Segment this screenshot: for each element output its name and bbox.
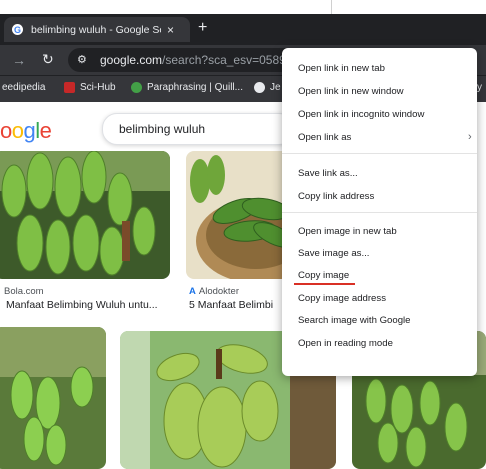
menu-item-open-link-new-window[interactable]: Open link in new window — [298, 86, 404, 97]
logo-letter: e — [39, 118, 52, 143]
globe-icon — [254, 82, 265, 93]
site-info-icon[interactable]: ⚙ — [77, 53, 91, 67]
url-host: google.com — [100, 53, 163, 67]
menu-item-open-link-new-tab[interactable]: Open link in new tab — [298, 63, 385, 74]
tab-title: belimbing wuluh - Google Sear — [31, 23, 161, 36]
bookmark-item[interactable]: Je — [254, 82, 281, 93]
logo-letter: g — [23, 118, 36, 143]
result-image[interactable] — [0, 151, 170, 279]
chevron-right-icon: › — [468, 131, 472, 143]
bookmark-item[interactable]: Sci-Hub — [64, 82, 116, 93]
google-logo[interactable]: oogle — [0, 118, 52, 144]
result-source-name: Alodokter — [198, 286, 240, 297]
menu-item-open-link-incognito[interactable]: Open link in incognito window — [298, 109, 424, 120]
highlight-underline — [294, 283, 355, 285]
url-path: /search?sca_esv=0589b2 — [162, 53, 300, 67]
divider — [331, 0, 332, 14]
bookmark-label: Je — [270, 82, 281, 93]
bookmark-label: Paraphrasing | Quill... — [147, 82, 243, 93]
search-query: belimbing wuluh — [119, 122, 206, 136]
fruit-photo — [0, 151, 170, 279]
context-menu: Open link in new tab Open link in new wi… — [282, 48, 477, 376]
browser-tab[interactable]: G belimbing wuluh - Google Sear × — [4, 17, 190, 42]
menu-item-open-image-new-tab[interactable]: Open image in new tab — [298, 226, 397, 237]
menu-item-search-image-google[interactable]: Search image with Google — [298, 315, 411, 326]
scihub-icon — [64, 82, 75, 93]
quillbot-icon — [131, 82, 142, 93]
menu-item-copy-link-address[interactable]: Copy link address — [298, 191, 374, 202]
fruit-photo — [0, 327, 106, 469]
bookmark-item[interactable]: eedipedia — [2, 82, 45, 93]
top-strip — [0, 0, 486, 14]
bookmark-label: eedipedia — [2, 82, 46, 93]
logo-letter: o — [0, 118, 12, 143]
result-image[interactable] — [0, 327, 106, 469]
menu-item-copy-image[interactable]: Copy image — [298, 270, 349, 281]
forward-arrow-icon[interactable]: → — [12, 52, 26, 68]
menu-item-open-reading-mode[interactable]: Open in reading mode — [298, 338, 393, 349]
search-input[interactable]: belimbing wuluh — [102, 113, 294, 145]
menu-separator — [282, 153, 477, 154]
logo-letter: o — [11, 118, 24, 143]
alodokter-icon: A — [189, 286, 196, 297]
close-tab-icon[interactable]: × — [167, 23, 174, 37]
bookmark-item[interactable]: Paraphrasing | Quill... — [131, 82, 243, 93]
bookmark-label: Sci-Hub — [80, 82, 116, 93]
result-title[interactable]: 5 Manfaat Belimbi — [189, 299, 273, 311]
menu-item-label: Open link as — [298, 132, 352, 143]
result-image[interactable] — [186, 151, 296, 279]
menu-item-open-link-as[interactable]: Open link as › — [298, 131, 472, 143]
new-tab-button[interactable]: + — [198, 19, 207, 37]
result-source: Bola.com — [4, 286, 44, 297]
menu-separator — [282, 212, 477, 213]
reload-icon[interactable]: ↻ — [42, 51, 54, 68]
result-source: A Alodokter — [189, 286, 239, 297]
menu-item-save-image-as[interactable]: Save image as... — [298, 248, 369, 259]
fruit-photo — [186, 151, 296, 279]
result-title[interactable]: Manfaat Belimbing Wuluh untu... — [6, 299, 158, 311]
menu-item-save-link-as[interactable]: Save link as... — [298, 168, 358, 179]
google-favicon-icon: G — [12, 24, 23, 35]
menu-item-copy-image-address[interactable]: Copy image address — [298, 293, 386, 304]
